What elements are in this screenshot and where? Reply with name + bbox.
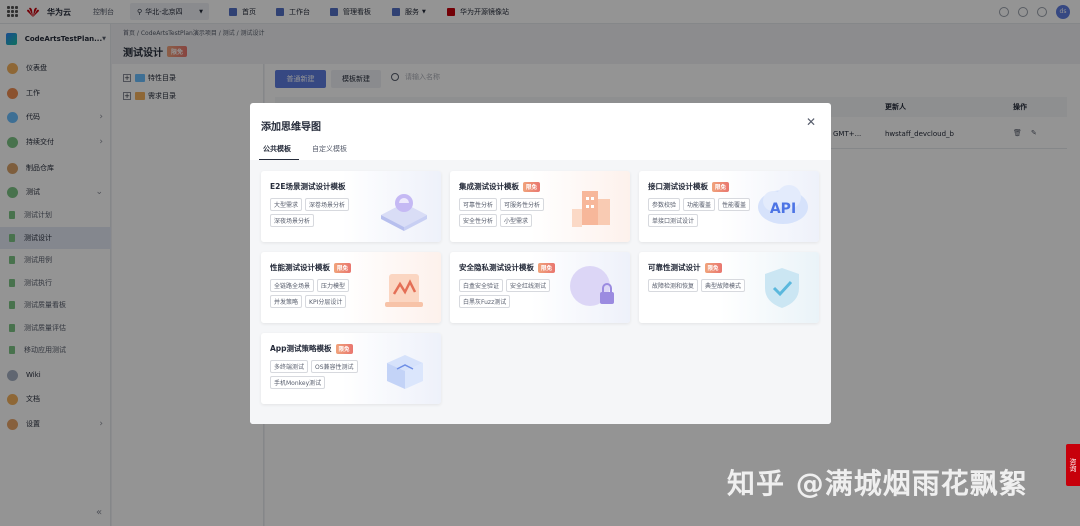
template-card-app[interactable]: App测试策略模板 限免 多终端测试 OS兼容性测试 手机Monkey测试	[261, 333, 441, 404]
card-tag: 并发策略	[270, 295, 303, 308]
card-tag: 深夜场景分析	[270, 214, 315, 227]
card-tags: 多终端测试 OS兼容性测试 手机Monkey测试	[270, 360, 380, 389]
lock-sphere-illustration-icon	[570, 266, 614, 306]
limited-badge: 限免	[712, 181, 730, 192]
card-tag: 可靠性分析	[459, 198, 498, 211]
add-mindmap-dialog: 添加思维导图 ✕ 公共模板 自定义模板 E2E场景测试设计模板 大型需求 深卷场…	[250, 103, 831, 424]
template-card-grid: E2E场景测试设计模板 大型需求 深卷场景分析 深夜场景分析 集成测试设计模板限…	[250, 160, 831, 424]
card-tag: 故障检测和恢复	[648, 279, 699, 292]
card-tags: 大型需求 深卷场景分析 深夜场景分析	[270, 198, 380, 227]
template-card-performance[interactable]: 性能测试设计模板 限免 全链路全场景 压力模型 并发策略 KPI分层设计	[261, 252, 441, 323]
template-card-api[interactable]: 接口测试设计模板 限免 参数校验 功能覆盖 性能覆盖 单接口测试设计 API	[639, 171, 819, 242]
card-tags: 故障检测和恢复 典型故障模式	[648, 279, 758, 292]
card-tag: 功能覆盖	[683, 198, 716, 211]
card-tag: 性能覆盖	[718, 198, 751, 211]
watermark: 知乎 @满城烟雨花飘絮	[727, 467, 1028, 500]
close-icon[interactable]: ✕	[806, 115, 816, 129]
shield-illustration-icon	[765, 268, 799, 308]
card-tag: 手机Monkey测试	[270, 376, 326, 389]
buildings-illustration-icon	[572, 191, 610, 227]
card-tag: 安全红线测试	[506, 279, 551, 292]
card-title: 安全隐私测试设计模板 限免	[459, 262, 556, 273]
card-tag: 白盒安全验证	[459, 279, 504, 292]
limited-badge: 限免	[523, 181, 541, 192]
card-tag: 大型需求	[270, 198, 303, 211]
card-tags: 可靠性分析 可服务性分析 安全性分析 小型需求	[459, 198, 569, 227]
template-card-security[interactable]: 安全隐私测试设计模板 限免 白盒安全验证 安全红线测试 白黑灰Fuzz测试	[450, 252, 630, 323]
app-box-illustration-icon	[387, 355, 423, 389]
card-tag: 多终端测试	[270, 360, 309, 373]
api-text: API	[770, 201, 796, 217]
card-tag: 全链路全场景	[270, 279, 315, 292]
card-tag: 典型故障模式	[701, 279, 746, 292]
card-title: App测试策略模板 限免	[270, 343, 353, 354]
card-tag: 小型需求	[500, 214, 533, 227]
card-tag: 安全性分析	[459, 214, 498, 227]
limited-badge: 限免	[334, 262, 352, 273]
card-tags: 白盒安全验证 安全红线测试 白黑灰Fuzz测试	[459, 279, 569, 308]
card-title: 性能测试设计模板 限免	[270, 262, 352, 273]
template-tabs: 公共模板 自定义模板	[250, 140, 831, 161]
limited-badge: 限免	[335, 343, 353, 354]
card-tag: KPI分层设计	[305, 295, 347, 308]
platform-illustration-icon	[381, 194, 427, 231]
card-tag: OS兼容性测试	[311, 360, 358, 373]
card-tag: 压力模型	[317, 279, 350, 292]
card-tag: 单接口测试设计	[648, 214, 699, 227]
consult-button[interactable]: 咨询	[1066, 444, 1080, 486]
card-title: E2E场景测试设计模板	[270, 182, 346, 191]
template-card-integration[interactable]: 集成测试设计模板 限免 可靠性分析 可服务性分析 安全性分析 小型需求	[450, 171, 630, 242]
tab-custom-templates[interactable]: 自定义模板	[312, 144, 347, 154]
api-cloud-illustration-icon: API	[758, 185, 808, 224]
card-tag: 深卷场景分析	[305, 198, 350, 211]
card-tags: 参数校验 功能覆盖 性能覆盖 单接口测试设计	[648, 198, 758, 227]
card-tag: 白黑灰Fuzz测试	[459, 295, 511, 308]
card-title: 接口测试设计模板 限免	[648, 181, 730, 192]
card-tags: 全链路全场景 压力模型 并发策略 KPI分层设计	[270, 279, 380, 308]
dialog-title: 添加思维导图	[261, 122, 321, 133]
limited-badge: 限免	[538, 262, 556, 273]
template-card-e2e[interactable]: E2E场景测试设计模板 大型需求 深卷场景分析 深夜场景分析	[261, 171, 441, 242]
performance-illustration-icon	[385, 274, 423, 307]
template-card-reliability[interactable]: 可靠性测试设计 限免 故障检测和恢复 典型故障模式	[639, 252, 819, 323]
limited-badge: 限免	[704, 262, 722, 273]
tab-public-templates[interactable]: 公共模板	[263, 144, 291, 154]
card-tag: 可服务性分析	[500, 198, 545, 211]
card-tag: 参数校验	[648, 198, 681, 211]
card-title: 可靠性测试设计 限免	[648, 262, 722, 273]
card-title: 集成测试设计模板 限免	[459, 181, 541, 192]
